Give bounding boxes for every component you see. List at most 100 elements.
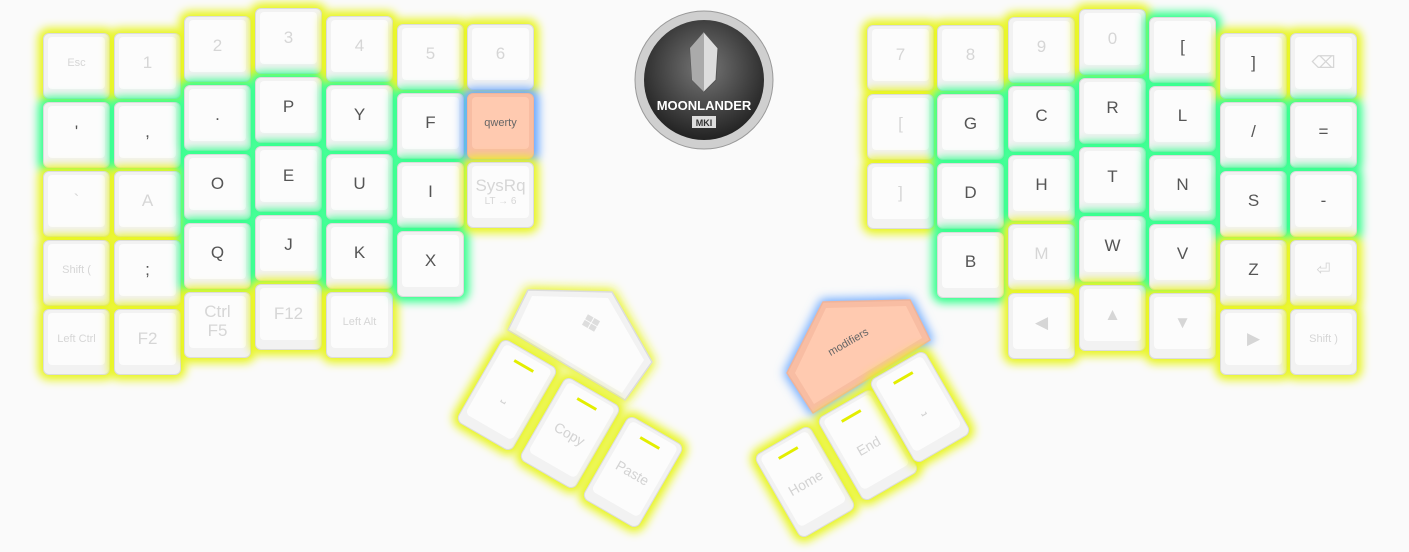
key-left-2-0[interactable]: 2 <box>184 16 251 82</box>
key-sublabel: F5 <box>207 321 228 340</box>
key-right-3-3[interactable]: W <box>1079 216 1146 282</box>
keycap: S <box>1225 175 1282 227</box>
key-left-1-4[interactable]: F2 <box>114 309 181 375</box>
key-left-5-0[interactable]: 5 <box>397 24 464 90</box>
key-right-1-0[interactable]: 8 <box>937 25 1004 91</box>
key-right-2-1[interactable]: C <box>1008 86 1075 152</box>
key-label: / <box>1251 121 1256 141</box>
key-right-2-4[interactable]: ◀ <box>1008 293 1075 359</box>
key-left-0-1[interactable]: ' <box>43 102 110 168</box>
key-right-1-2[interactable]: D <box>937 163 1004 229</box>
key-left-6-0[interactable]: 6 <box>467 24 534 90</box>
key-right-6-2[interactable]: - <box>1290 171 1357 237</box>
key-left-0-4[interactable]: Left Ctrl <box>43 309 110 375</box>
key-right-6-4[interactable]: Shift ) <box>1290 309 1357 375</box>
key-left-2-2[interactable]: O <box>184 154 251 220</box>
key-label: F2 <box>137 328 158 348</box>
key-left-0-3[interactable]: Shift ( <box>43 240 110 306</box>
key-left-1-1[interactable]: , <box>114 102 181 168</box>
key-left-6-1[interactable]: qwerty <box>467 93 534 159</box>
key-label: - <box>1320 190 1327 210</box>
key-right-6-1[interactable]: = <box>1290 102 1357 168</box>
keycap: R <box>1084 82 1141 134</box>
key-right-5-0[interactable]: ] <box>1220 33 1287 99</box>
keycap: ▶ <box>1225 313 1282 365</box>
key-right-4-1[interactable]: L <box>1149 86 1216 152</box>
key-left-4-0[interactable]: 4 <box>326 16 393 82</box>
keycap: . <box>189 89 246 141</box>
keycap: D <box>942 167 999 219</box>
key-right-5-3[interactable]: Z <box>1220 240 1287 306</box>
key-right-5-1[interactable]: / <box>1220 102 1287 168</box>
key-right-1-1[interactable]: G <box>937 94 1004 160</box>
keycap: Left Alt <box>331 296 388 348</box>
keycap: E <box>260 150 317 202</box>
key-left-1-3[interactable]: ; <box>114 240 181 306</box>
key-left-5-2[interactable]: I <box>397 162 464 228</box>
key-left-4-1[interactable]: Y <box>326 85 393 151</box>
keycap: ▲ <box>1084 289 1141 341</box>
key-right-4-0[interactable]: [ <box>1149 17 1216 83</box>
key-left-2-4[interactable]: Ctrl F5 <box>184 292 251 358</box>
key-right-6-3[interactable]: ⏎ <box>1290 240 1357 306</box>
key-right-6-0[interactable]: ⌫ <box>1290 33 1357 99</box>
key-left-1-0[interactable]: 1 <box>114 33 181 99</box>
key-left-4-2[interactable]: U <box>326 154 393 220</box>
key-left-3-2[interactable]: E <box>255 146 322 212</box>
key-label: S <box>1247 190 1260 210</box>
key-right-3-1[interactable]: R <box>1079 78 1146 144</box>
key-label: 6 <box>495 43 506 63</box>
key-label: ⌫ <box>1311 52 1336 72</box>
key-right-5-4[interactable]: ▶ <box>1220 309 1287 375</box>
keycap: C <box>1013 90 1070 142</box>
key-right-0-2[interactable]: ] <box>867 163 934 229</box>
key-right-3-0[interactable]: 0 <box>1079 9 1146 75</box>
keycap: Shift ) <box>1295 313 1352 365</box>
keycap: I <box>402 166 459 218</box>
keycap: F2 <box>119 313 176 365</box>
key-label: R <box>1106 97 1119 117</box>
key-right-5-2[interactable]: S <box>1220 171 1287 237</box>
key-left-1-2[interactable]: A <box>114 171 181 237</box>
key-label: ◀ <box>1034 312 1049 332</box>
keycap: ⏎ <box>1295 244 1352 296</box>
key-label: F <box>425 112 436 132</box>
key-right-1-3[interactable]: B <box>937 232 1004 298</box>
key-left-3-3[interactable]: J <box>255 215 322 281</box>
key-right-2-3[interactable]: M <box>1008 224 1075 290</box>
key-left-2-1[interactable]: . <box>184 85 251 151</box>
key-label: I <box>428 181 433 201</box>
key-right-4-3[interactable]: V <box>1149 224 1216 290</box>
key-left-3-4[interactable]: F12 <box>255 284 322 350</box>
key-left-4-3[interactable]: K <box>326 223 393 289</box>
key-label: L <box>1177 105 1188 125</box>
key-right-2-0[interactable]: 9 <box>1008 17 1075 83</box>
key-left-3-0[interactable]: 3 <box>255 8 322 74</box>
keycap: 5 <box>402 28 459 80</box>
key-label: Z <box>1248 259 1259 279</box>
key-label: Y <box>353 104 366 124</box>
key-left-3-1[interactable]: P <box>255 77 322 143</box>
key-label: 9 <box>1036 36 1047 56</box>
key-right-3-2[interactable]: T <box>1079 147 1146 213</box>
key-left-4-4[interactable]: Left Alt <box>326 292 393 358</box>
key-right-4-2[interactable]: N <box>1149 155 1216 221</box>
key-left-0-0[interactable]: Esc <box>43 33 110 99</box>
key-label: U <box>353 173 366 193</box>
key-left-0-2[interactable]: ` <box>43 171 110 237</box>
key-right-3-4[interactable]: ▲ <box>1079 285 1146 351</box>
key-right-0-1[interactable]: [ <box>867 94 934 160</box>
keycap: F <box>402 97 459 149</box>
keycap: 6 <box>472 28 529 80</box>
key-label: Left Alt <box>342 315 377 328</box>
key-left-2-3[interactable]: Q <box>184 223 251 289</box>
key-right-0-0[interactable]: 7 <box>867 25 934 91</box>
key-label: E <box>282 165 295 185</box>
key-right-4-4[interactable]: ▼ <box>1149 293 1216 359</box>
key-left-6-2[interactable]: SysRq LT → 6 <box>467 162 534 228</box>
key-right-2-2[interactable]: H <box>1008 155 1075 221</box>
keycap: Left Ctrl <box>48 313 105 365</box>
key-left-5-3[interactable]: X <box>397 231 464 297</box>
key-left-5-1[interactable]: F <box>397 93 464 159</box>
key-label: 2 <box>212 35 223 55</box>
